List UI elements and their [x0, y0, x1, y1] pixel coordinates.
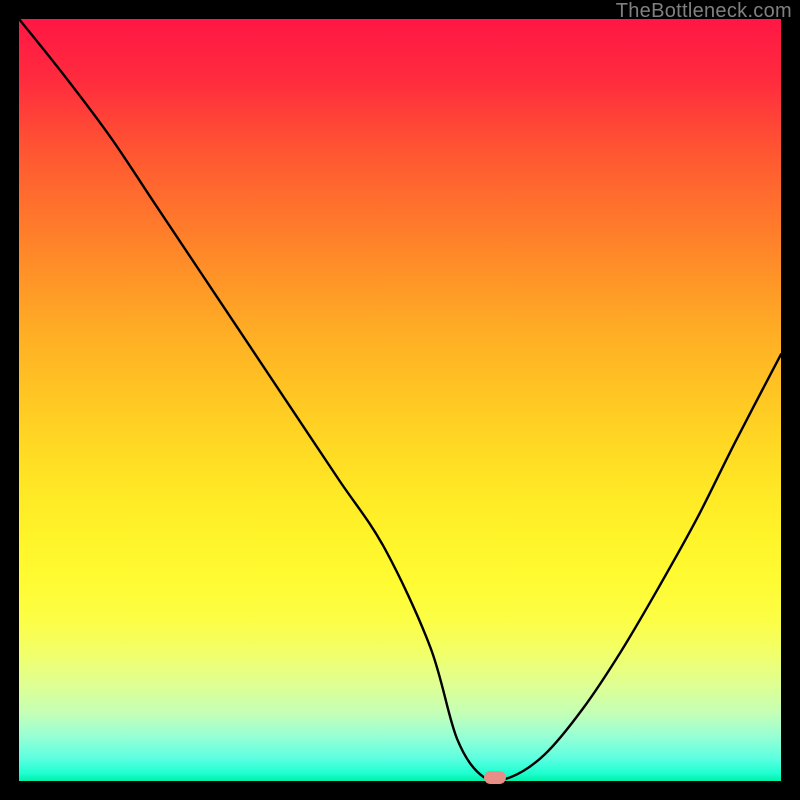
- bottleneck-curve: [19, 19, 781, 781]
- watermark-text: TheBottleneck.com: [616, 0, 792, 23]
- optimal-point-marker: [484, 771, 506, 784]
- chart-container: TheBottleneck.com: [0, 0, 800, 800]
